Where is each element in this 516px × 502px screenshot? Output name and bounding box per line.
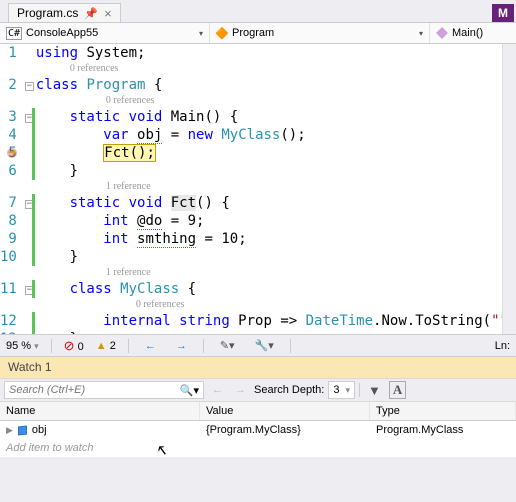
col-name[interactable]: Name [0, 402, 200, 420]
project-dropdown[interactable]: C# ConsoleApp55 ▾ [0, 23, 210, 43]
warning-count[interactable]: ▲ 2 [96, 340, 116, 352]
watch-panel-title[interactable]: Watch 1 [0, 356, 516, 378]
warning-icon: ▲ [96, 340, 107, 352]
vertical-scrollbar[interactable] [502, 44, 516, 334]
method-icon [436, 27, 448, 39]
depth-value: 3 [333, 384, 339, 396]
col-value[interactable]: Value [200, 402, 370, 420]
filter-icon[interactable]: ▼ [364, 382, 385, 399]
pin-icon[interactable]: 📌 [84, 7, 98, 20]
watch-row[interactable]: ▶ obj {Program.MyClass} Program.MyClass [0, 421, 516, 439]
back-button[interactable]: ← [208, 383, 227, 397]
chevron-down-icon: ▾ [419, 29, 423, 38]
chevron-down-icon: ▾ [34, 341, 39, 351]
cursor-icon: ↖ [155, 441, 168, 459]
watch-name: obj [32, 424, 47, 436]
search-depth-label: Search Depth: [254, 384, 324, 396]
object-icon [18, 425, 27, 435]
add-watch-row[interactable]: Add item to watch ↖ [0, 439, 516, 457]
marker-m: M [492, 4, 514, 22]
search-depth-dropdown[interactable]: 3 ▾ [328, 381, 355, 399]
search-icon[interactable]: 🔍▾ [180, 384, 199, 397]
pen-icon[interactable]: ✎▾ [216, 338, 239, 353]
nav-forward-button[interactable]: → [172, 339, 191, 353]
forward-button[interactable]: → [231, 383, 250, 397]
class-name: Program [232, 27, 274, 39]
csharp-icon: C# [6, 27, 22, 40]
tab-label: Program.cs [17, 6, 78, 20]
watch-value: {Program.MyClass} [200, 423, 370, 437]
method-dropdown[interactable]: Main() [430, 23, 516, 43]
code-editor[interactable]: ➜ 1234567891011121314 −−−− using System;… [0, 44, 516, 334]
error-count[interactable]: ⊘ 0 [64, 338, 84, 354]
nav-back-button[interactable]: ← [141, 339, 160, 353]
method-name: Main() [452, 27, 483, 39]
watch-search-box[interactable]: 🔍▾ [4, 381, 204, 399]
watch-grid[interactable]: Name Value Type ▶ obj {Program.MyClass} … [0, 402, 516, 457]
class-icon: 🔶 [216, 27, 228, 39]
search-input[interactable] [9, 384, 180, 396]
class-dropdown[interactable]: 🔶 Program ▾ [210, 23, 430, 43]
wrench-icon[interactable]: 🔧▾ [251, 338, 278, 353]
error-icon: ⊘ [64, 338, 75, 353]
chevron-down-icon: ▾ [345, 385, 350, 396]
line-position: Ln: [495, 340, 510, 352]
text-style-icon[interactable]: A [389, 381, 406, 399]
col-type[interactable]: Type [370, 402, 516, 420]
expand-icon[interactable]: ▶ [6, 425, 13, 436]
code-body[interactable]: using System;0 referencesclass Program {… [34, 44, 516, 334]
zoom-dropdown[interactable]: 95 % ▾ [6, 340, 39, 352]
chevron-down-icon: ▾ [199, 29, 203, 38]
watch-toolbar: 🔍▾ ← → Search Depth: 3 ▾ ▼ A [0, 378, 516, 402]
project-name: ConsoleApp55 [26, 27, 98, 39]
watch-type: Program.MyClass [370, 423, 516, 437]
line-number-gutter: 1234567891011121314 [0, 44, 25, 334]
close-icon[interactable]: × [104, 7, 112, 20]
add-watch-placeholder: Add item to watch [6, 442, 93, 454]
editor-status-bar: 95 % ▾ ⊘ 0 ▲ 2 ← → ✎▾ 🔧▾ Ln: [0, 334, 516, 356]
file-tab[interactable]: Program.cs 📌 × [8, 3, 121, 22]
